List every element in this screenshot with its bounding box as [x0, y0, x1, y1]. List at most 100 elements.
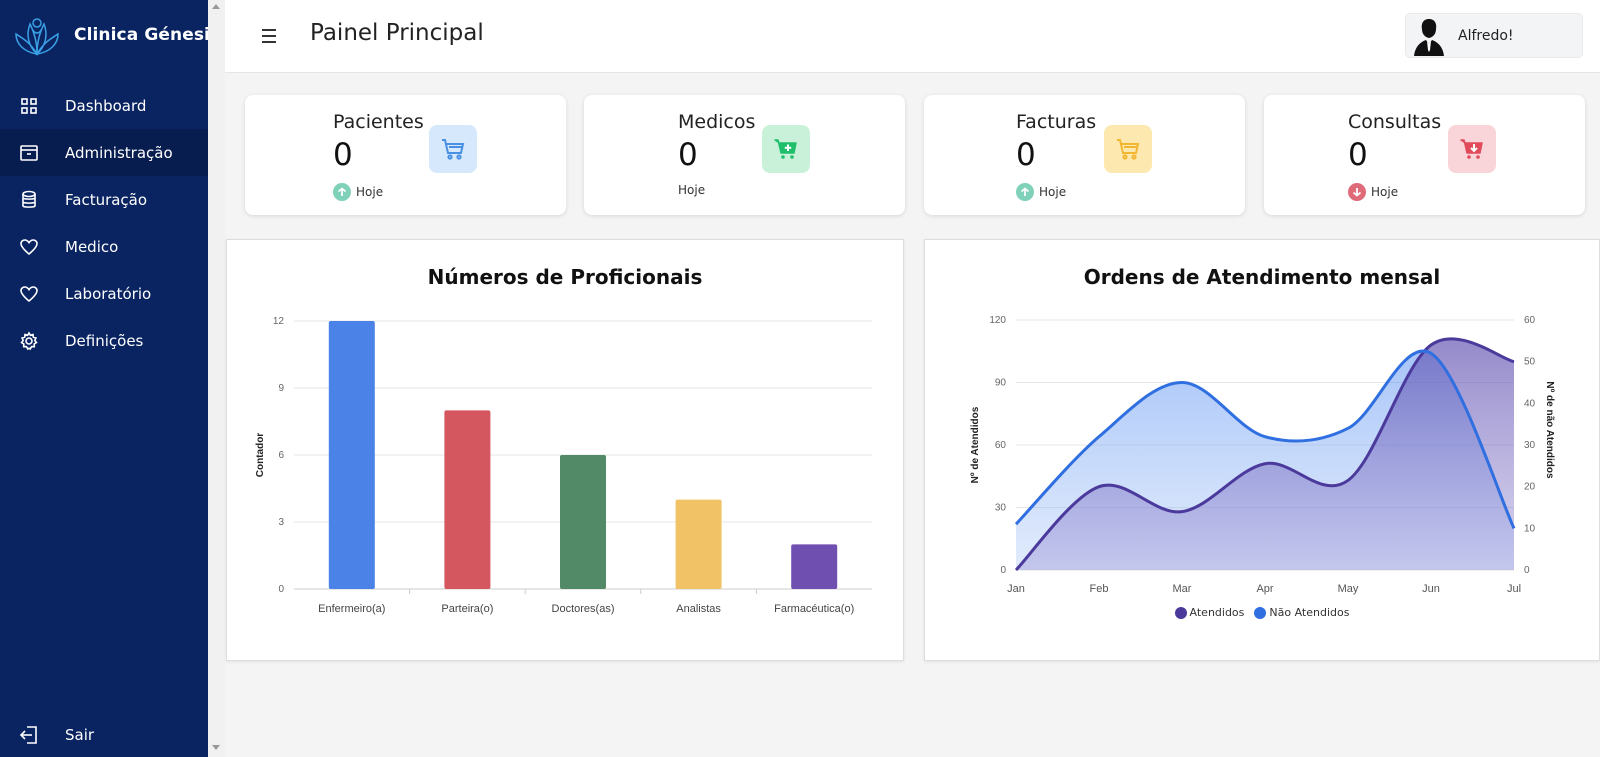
cart-icon — [429, 125, 477, 173]
card-trend: Hoje — [1016, 183, 1066, 201]
legend-label: Não Atendidos — [1269, 606, 1350, 619]
logout-icon — [18, 724, 40, 746]
y-axis-label: Nº de Atendidos — [970, 406, 981, 483]
trend-label: Hoje — [678, 183, 706, 197]
chart-title: Números de Proficionais — [427, 265, 703, 289]
sidebar-item-label: Dashboard — [65, 96, 147, 115]
heart-icon — [18, 283, 40, 305]
scroll-up-arrow-icon[interactable] — [212, 4, 220, 9]
gear-icon — [18, 330, 40, 352]
arrow-down-icon — [1348, 183, 1366, 201]
bar-parteirao — [444, 410, 491, 589]
hamburger-menu-button[interactable] — [257, 24, 281, 48]
user-menu[interactable]: Alfredo! — [1405, 13, 1583, 58]
brand-name: Clinica Génesis — [74, 25, 221, 45]
card-value: 0 — [1016, 137, 1036, 173]
y2-axis-label: Nº de não Atendidos — [1544, 381, 1555, 479]
card-title: Pacientes — [333, 111, 424, 133]
y-tick-label: 60 — [995, 440, 1007, 451]
grid-icon — [18, 95, 40, 117]
bar-doctoresas — [560, 455, 606, 589]
y2-tick-label: 60 — [1524, 315, 1536, 326]
y-tick-label: 0 — [1000, 565, 1006, 576]
y-tick-label: 90 — [995, 378, 1007, 389]
trend-label: Hoje — [1039, 185, 1067, 199]
sidebar-item-laboratorio[interactable]: Laboratório — [0, 270, 208, 317]
legend-item-nao-atendidos[interactable]: Não Atendidos — [1254, 606, 1349, 619]
y2-tick-label: 30 — [1524, 440, 1536, 451]
vertical-scrollbar[interactable] — [208, 0, 225, 757]
sidebar-item-label: Facturação — [65, 190, 148, 209]
user-name: Alfredo! — [1458, 27, 1514, 44]
sidebar-item-label: Medico — [65, 237, 119, 256]
x-tick-label: Apr — [1256, 583, 1273, 595]
y-tick-label: 3 — [278, 517, 284, 528]
trend-label: Hoje — [356, 185, 384, 199]
stat-card-facturas[interactable]: Facturas 0 Hoje — [924, 95, 1245, 215]
x-tick-label: Mar — [1173, 583, 1192, 595]
card-title: Facturas — [1016, 111, 1097, 133]
cart-download-icon — [1448, 125, 1496, 173]
stat-card-medicos[interactable]: Medicos 0 Hoje — [584, 95, 905, 215]
x-tick-label: Jun — [1422, 583, 1440, 595]
card-value: 0 — [1348, 137, 1368, 173]
card-title: Consultas — [1348, 111, 1442, 133]
sidebar-item-administracao[interactable]: Administração — [0, 129, 208, 176]
sidebar-item-medico[interactable]: Medico — [0, 223, 208, 270]
stat-card-pacientes[interactable]: Pacientes 0 Hoje — [245, 95, 566, 215]
scroll-down-arrow-icon[interactable] — [212, 745, 220, 750]
x-tick-label: Analistas — [676, 603, 721, 615]
x-tick-label: Doctores(as) — [552, 603, 615, 615]
area-chart: 0 30 60 90 120 0 10 20 30 40 50 60 Jan Feb Mar Apr May Ju… — [970, 315, 1555, 595]
y-tick-label: 120 — [989, 315, 1006, 326]
x-tick-label: Jul — [1507, 583, 1521, 595]
sidebar-item-label: Laboratório — [65, 284, 152, 303]
professionals-chart-panel: 0 3 6 9 12 Enfermeiro(a) Parteira(o) Doctores(a… — [226, 239, 904, 661]
arrow-up-icon — [1016, 183, 1034, 201]
y2-tick-label: 20 — [1524, 482, 1536, 493]
menu-icon-bar — [262, 35, 276, 37]
legend-item-atendidos[interactable]: Atendidos — [1174, 606, 1245, 619]
card-value: 0 — [333, 137, 353, 173]
trend-label: Hoje — [1371, 185, 1399, 199]
x-tick-label: Enfermeiro(a) — [318, 603, 385, 615]
archive-icon — [18, 142, 40, 164]
card-trend: Hoje — [678, 183, 705, 197]
monthly-orders-chart-panel: 0 30 60 90 120 0 10 20 30 40 50 60 Jan Feb Mar Apr May Ju… — [924, 239, 1600, 661]
x-tick-label: Feb — [1090, 583, 1109, 595]
y2-tick-label: 50 — [1524, 357, 1536, 368]
card-title: Medicos — [678, 111, 756, 133]
y-tick-label: 12 — [273, 316, 285, 327]
database-icon — [18, 189, 40, 211]
logout-button[interactable]: Sair — [0, 711, 208, 757]
card-trend: Hoje — [1348, 183, 1398, 201]
menu-icon-bar — [262, 41, 276, 43]
legend-dot — [1174, 606, 1187, 619]
y-tick-label: 6 — [278, 450, 284, 461]
y2-tick-label: 10 — [1524, 523, 1536, 534]
page-title: Painel Principal — [310, 20, 484, 46]
sidebar-nav: Dashboard Administração Facturação Medic… — [0, 82, 208, 364]
stat-card-consultas[interactable]: Consultas 0 Hoje — [1264, 95, 1585, 215]
cart-plus-icon — [762, 125, 810, 173]
sidebar-item-label: Administração — [65, 143, 173, 162]
card-value: 0 — [678, 137, 698, 173]
legend-label: Atendidos — [1189, 606, 1245, 619]
lotus-logo-icon — [15, 18, 59, 56]
y2-tick-label: 40 — [1524, 398, 1536, 409]
chart-legend: Atendidos Não Atendidos — [925, 606, 1599, 619]
y-tick-label: 0 — [278, 584, 284, 595]
x-tick-label: May — [1338, 583, 1359, 595]
brand[interactable]: Clinica Génesis — [12, 14, 220, 56]
bar-analistas — [675, 499, 722, 589]
sidebar-item-facturacao[interactable]: Facturação — [0, 176, 208, 223]
y2-tick-label: 0 — [1524, 565, 1530, 576]
legend-dot — [1254, 606, 1267, 619]
sidebar: Clinica Génesis Dashboard Administração — [0, 0, 220, 757]
sidebar-item-label: Definições — [65, 331, 144, 350]
sidebar-item-definicoes[interactable]: Definições — [0, 317, 208, 364]
top-header: Painel Principal Alfredo! — [225, 0, 1600, 73]
bar-farmacuticao — [791, 544, 838, 589]
sidebar-item-dashboard[interactable]: Dashboard — [0, 82, 208, 129]
cart-icon — [1104, 125, 1152, 173]
